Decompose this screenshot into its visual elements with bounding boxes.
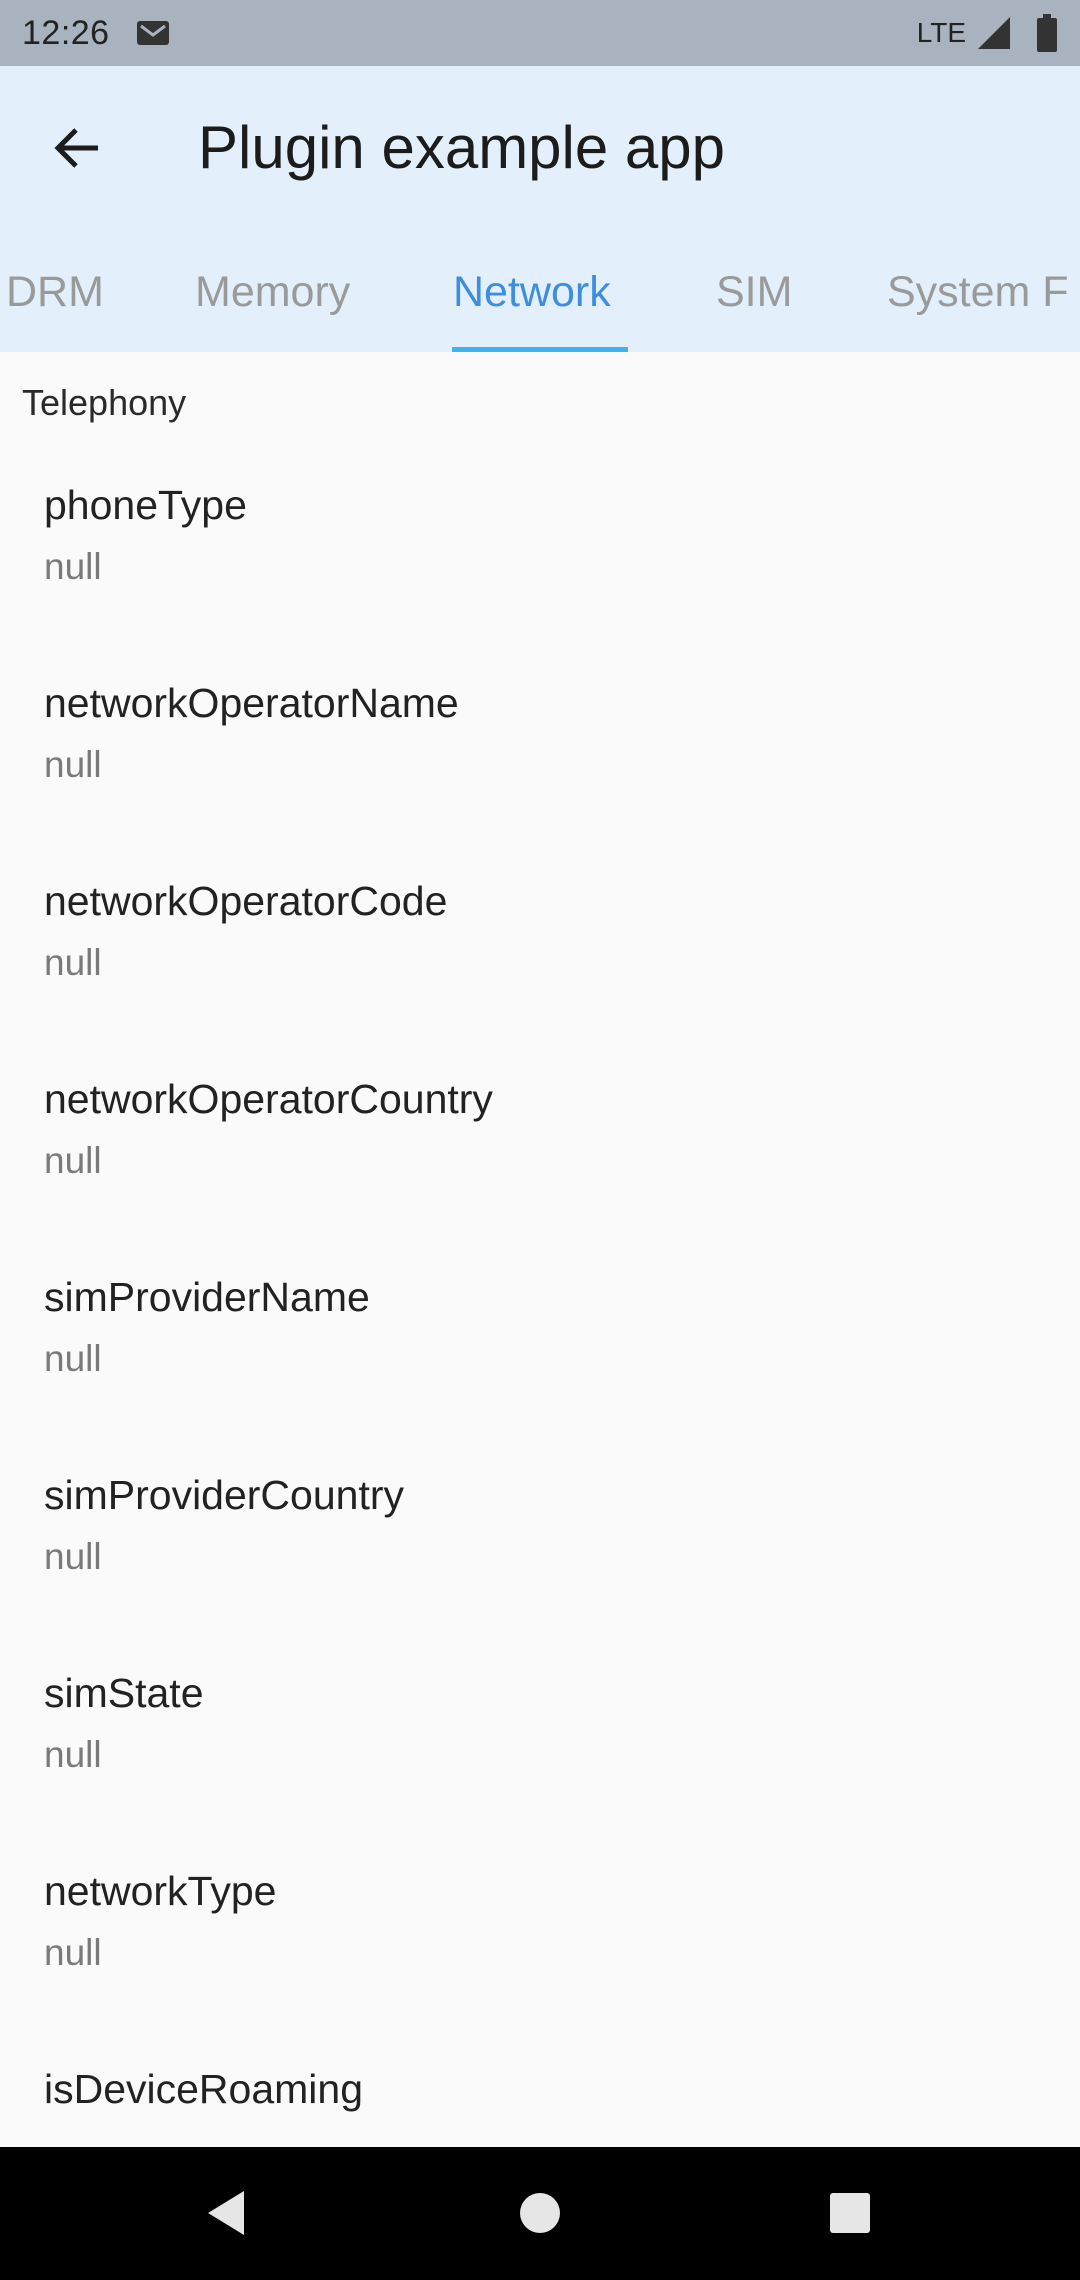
system-nav-bar (0, 2147, 1080, 2280)
nav-recents-button[interactable] (812, 2177, 888, 2253)
square-recents-icon (828, 2191, 872, 2240)
tab-system-features[interactable]: System F (887, 268, 1069, 352)
app-title: Plugin example app (198, 114, 726, 181)
battery-icon (1036, 14, 1058, 52)
list-item[interactable]: networkOperatorCode null (0, 836, 1080, 1034)
nav-home-button[interactable] (502, 2177, 578, 2253)
info-list: phoneType null networkOperatorName null … (0, 440, 1080, 2147)
status-icons: LTE (917, 14, 1058, 52)
list-item[interactable]: isDeviceRoaming (0, 2024, 1080, 2147)
item-value: null (44, 1932, 102, 1973)
triangle-back-icon (204, 2189, 248, 2242)
app-bar: Plugin example app DRM Memory Network SI… (0, 66, 1080, 352)
item-key: isDeviceRoaming (44, 2066, 364, 2112)
item-key: simProviderCountry (44, 1472, 404, 1518)
item-key: networkOperatorName (44, 680, 459, 726)
back-button[interactable] (40, 112, 116, 188)
item-value: null (44, 1536, 102, 1577)
item-value: null (44, 1338, 102, 1379)
list-item[interactable]: phoneType null (0, 440, 1080, 638)
item-value: null (44, 942, 102, 983)
status-bar: 12:26 LTE (0, 0, 1080, 66)
item-key: phoneType (44, 482, 247, 528)
list-item[interactable]: networkType null (0, 1826, 1080, 2024)
gmail-icon (136, 18, 170, 48)
tab-drm[interactable]: DRM (6, 268, 104, 352)
list-item[interactable]: networkOperatorCountry null (0, 1034, 1080, 1232)
list-item[interactable]: simProviderName null (0, 1232, 1080, 1430)
tab-bar: DRM Memory Network SIM System F (0, 268, 1080, 352)
tab-memory[interactable]: Memory (195, 268, 350, 352)
section-title: Telephony (22, 382, 187, 423)
item-value: null (44, 744, 102, 785)
item-key: simState (44, 1670, 204, 1716)
nav-back-button[interactable] (188, 2177, 264, 2253)
item-value: null (44, 1140, 102, 1181)
item-key: networkType (44, 1868, 277, 1914)
tab-sim[interactable]: SIM (716, 268, 792, 352)
item-key: simProviderName (44, 1274, 370, 1320)
list-item[interactable]: simProviderCountry null (0, 1430, 1080, 1628)
signal-icon (976, 15, 1012, 51)
circle-home-icon (518, 2191, 562, 2240)
network-type-label: LTE (916, 17, 966, 48)
item-value: null (44, 1734, 102, 1775)
telephony-content: Telephony phoneType null networkOperator… (0, 352, 1080, 2147)
item-value: null (44, 546, 102, 587)
tab-network[interactable]: Network (453, 268, 611, 352)
item-key: networkOperatorCode (44, 878, 448, 924)
arrow-left-icon (52, 122, 104, 179)
list-item[interactable]: networkOperatorName null (0, 638, 1080, 836)
status-time: 12:26 (22, 13, 110, 52)
list-item[interactable]: simState null (0, 1628, 1080, 1826)
item-key: networkOperatorCountry (44, 1076, 493, 1122)
